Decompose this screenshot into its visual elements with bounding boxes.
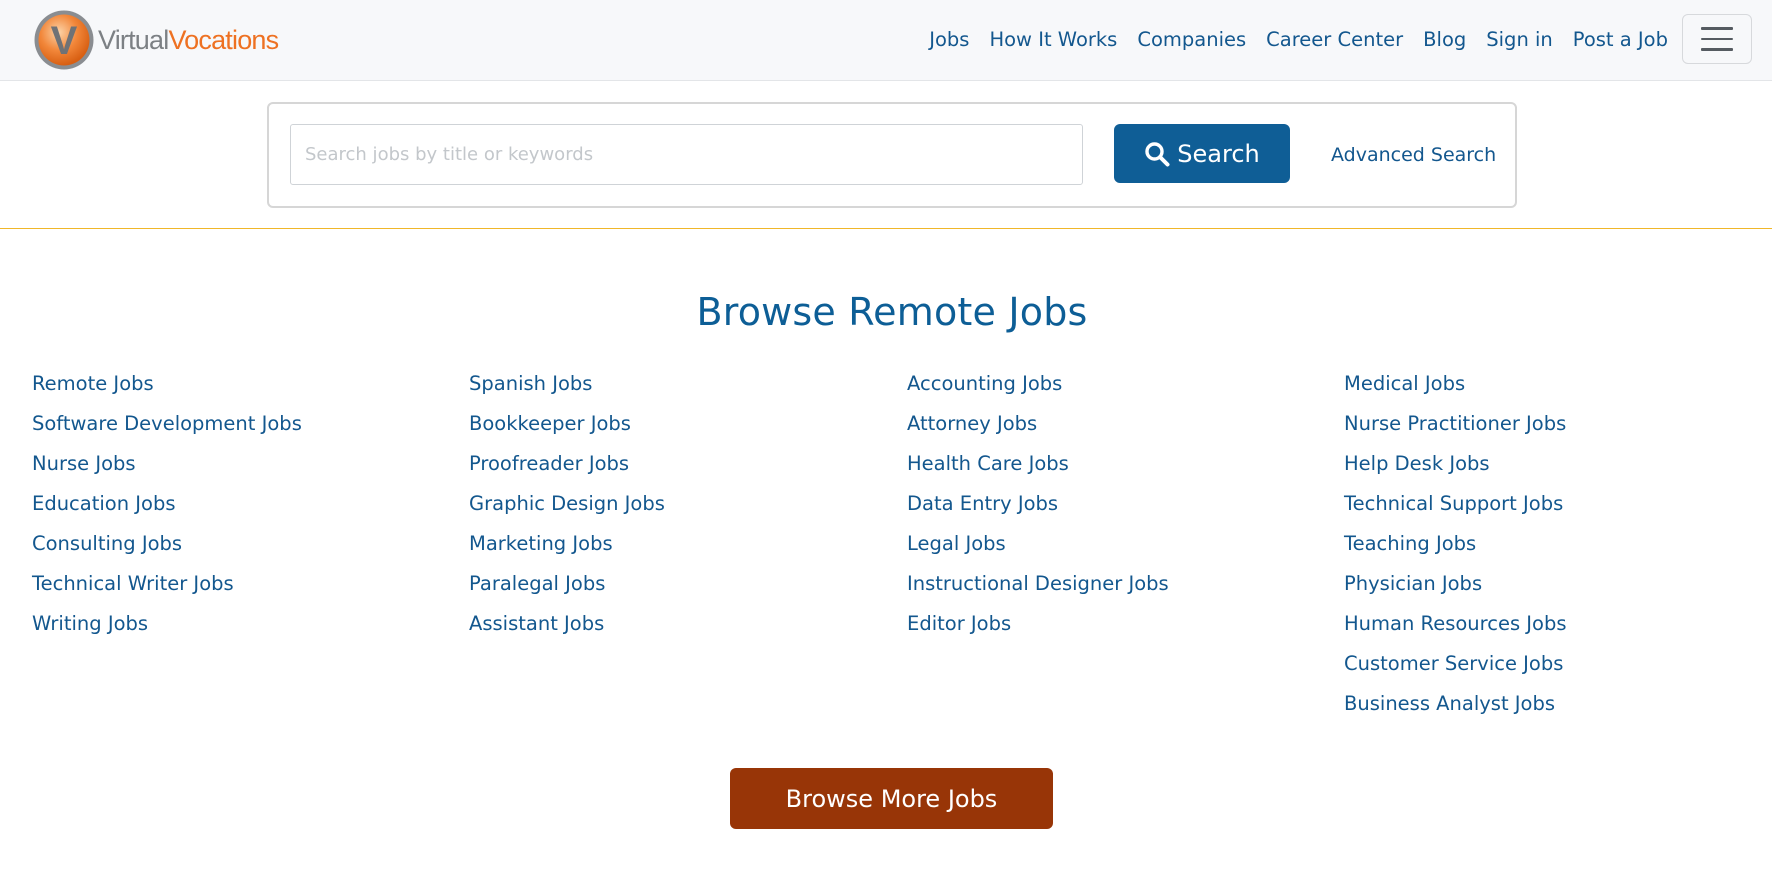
list-item: Remote Jobs — [32, 364, 302, 404]
top-navbar: V VirtualVocations Jobs How It Works Com… — [0, 0, 1772, 81]
job-link-physician[interactable]: Physician Jobs — [1344, 572, 1482, 595]
logo-wordmark: VirtualVocations — [98, 24, 279, 56]
job-link-help-desk[interactable]: Help Desk Jobs — [1344, 452, 1490, 475]
nav-blog[interactable]: Blog — [1423, 28, 1466, 51]
job-link-education[interactable]: Education Jobs — [32, 492, 176, 515]
list-item: Software Development Jobs — [32, 404, 302, 444]
job-link-paralegal[interactable]: Paralegal Jobs — [469, 572, 605, 595]
list-item: Graphic Design Jobs — [469, 484, 665, 524]
list-item: Data Entry Jobs — [907, 484, 1169, 524]
job-link-technical-writer[interactable]: Technical Writer Jobs — [32, 572, 234, 595]
job-link-consulting[interactable]: Consulting Jobs — [32, 532, 182, 555]
list-item: Medical Jobs — [1344, 364, 1567, 404]
list-item: Paralegal Jobs — [469, 564, 665, 604]
list-item: Teaching Jobs — [1344, 524, 1567, 564]
job-link-customer-service[interactable]: Customer Service Jobs — [1344, 652, 1563, 675]
job-link-software-development[interactable]: Software Development Jobs — [32, 412, 302, 435]
search-input[interactable] — [290, 124, 1083, 185]
browse-title: Browse Remote Jobs — [696, 290, 1088, 334]
list-item: Technical Support Jobs — [1344, 484, 1567, 524]
job-link-proofreader[interactable]: Proofreader Jobs — [469, 452, 629, 475]
job-link-data-entry[interactable]: Data Entry Jobs — [907, 492, 1058, 515]
job-link-graphic-design[interactable]: Graphic Design Jobs — [469, 492, 665, 515]
search-icon — [1145, 141, 1170, 166]
list-item: Attorney Jobs — [907, 404, 1169, 444]
job-link-nurse-practitioner[interactable]: Nurse Practitioner Jobs — [1344, 412, 1566, 435]
logo-word-virtual: Virtual — [98, 24, 169, 55]
list-item: Education Jobs — [32, 484, 302, 524]
job-links-column-4: Medical Jobs Nurse Practitioner Jobs Hel… — [1344, 364, 1567, 724]
list-item: Business Analyst Jobs — [1344, 684, 1567, 724]
list-item: Proofreader Jobs — [469, 444, 665, 484]
logo-letter: V — [51, 19, 78, 63]
site-logo[interactable]: V VirtualVocations — [33, 9, 279, 71]
job-link-teaching[interactable]: Teaching Jobs — [1344, 532, 1476, 555]
list-item: Assistant Jobs — [469, 604, 665, 644]
list-item: Editor Jobs — [907, 604, 1169, 644]
search-box: Search Advanced Search — [267, 102, 1517, 208]
main-nav: Jobs How It Works Companies Career Cente… — [909, 0, 1668, 78]
list-item: Technical Writer Jobs — [32, 564, 302, 604]
job-link-marketing[interactable]: Marketing Jobs — [469, 532, 613, 555]
nav-companies[interactable]: Companies — [1137, 28, 1246, 51]
list-item: Instructional Designer Jobs — [907, 564, 1169, 604]
list-item: Customer Service Jobs — [1344, 644, 1567, 684]
list-item: Consulting Jobs — [32, 524, 302, 564]
hamburger-menu-button[interactable] — [1682, 14, 1752, 64]
job-link-spanish[interactable]: Spanish Jobs — [469, 372, 592, 395]
nav-career-center[interactable]: Career Center — [1266, 28, 1403, 51]
job-link-writing[interactable]: Writing Jobs — [32, 612, 148, 635]
list-item: Accounting Jobs — [907, 364, 1169, 404]
list-item: Writing Jobs — [32, 604, 302, 644]
list-item: Health Care Jobs — [907, 444, 1169, 484]
virtual-vocations-logo-icon: V — [34, 10, 94, 70]
job-link-accounting[interactable]: Accounting Jobs — [907, 372, 1062, 395]
job-link-nurse[interactable]: Nurse Jobs — [32, 452, 136, 475]
job-link-legal[interactable]: Legal Jobs — [907, 532, 1006, 555]
job-link-assistant[interactable]: Assistant Jobs — [469, 612, 604, 635]
job-link-human-resources[interactable]: Human Resources Jobs — [1344, 612, 1567, 635]
job-link-technical-support[interactable]: Technical Support Jobs — [1344, 492, 1563, 515]
advanced-search-link[interactable]: Advanced Search — [1331, 144, 1496, 166]
browse-more-jobs-button[interactable]: Browse More Jobs — [730, 768, 1053, 829]
job-links-column-2: Spanish Jobs Bookkeeper Jobs Proofreader… — [469, 364, 665, 644]
list-item: Bookkeeper Jobs — [469, 404, 665, 444]
job-links-column-3: Accounting Jobs Attorney Jobs Health Car… — [907, 364, 1169, 644]
list-item: Marketing Jobs — [469, 524, 665, 564]
job-link-remote[interactable]: Remote Jobs — [32, 372, 154, 395]
nav-sign-in[interactable]: Sign in — [1486, 28, 1553, 51]
nav-jobs[interactable]: Jobs — [929, 28, 969, 51]
job-link-attorney[interactable]: Attorney Jobs — [907, 412, 1037, 435]
job-link-editor[interactable]: Editor Jobs — [907, 612, 1011, 635]
job-link-medical[interactable]: Medical Jobs — [1344, 372, 1465, 395]
nav-how-it-works[interactable]: How It Works — [989, 28, 1117, 51]
list-item: Nurse Practitioner Jobs — [1344, 404, 1567, 444]
logo-word-vocations: Vocations — [168, 24, 279, 55]
list-item: Physician Jobs — [1344, 564, 1567, 604]
search-button[interactable]: Search — [1114, 124, 1290, 183]
list-item: Help Desk Jobs — [1344, 444, 1567, 484]
search-section: Search Advanced Search — [0, 82, 1772, 229]
nav-post-a-job[interactable]: Post a Job — [1573, 28, 1668, 51]
hamburger-menu-icon — [1701, 27, 1733, 30]
list-item: Human Resources Jobs — [1344, 604, 1567, 644]
list-item: Spanish Jobs — [469, 364, 665, 404]
list-item: Legal Jobs — [907, 524, 1169, 564]
job-link-instructional-designer[interactable]: Instructional Designer Jobs — [907, 572, 1169, 595]
job-link-business-analyst[interactable]: Business Analyst Jobs — [1344, 692, 1555, 715]
job-links-column-1: Remote Jobs Software Development Jobs Nu… — [32, 364, 302, 644]
job-link-bookkeeper[interactable]: Bookkeeper Jobs — [469, 412, 631, 435]
job-link-health-care[interactable]: Health Care Jobs — [907, 452, 1069, 475]
search-button-label: Search — [1177, 139, 1260, 168]
list-item: Nurse Jobs — [32, 444, 302, 484]
